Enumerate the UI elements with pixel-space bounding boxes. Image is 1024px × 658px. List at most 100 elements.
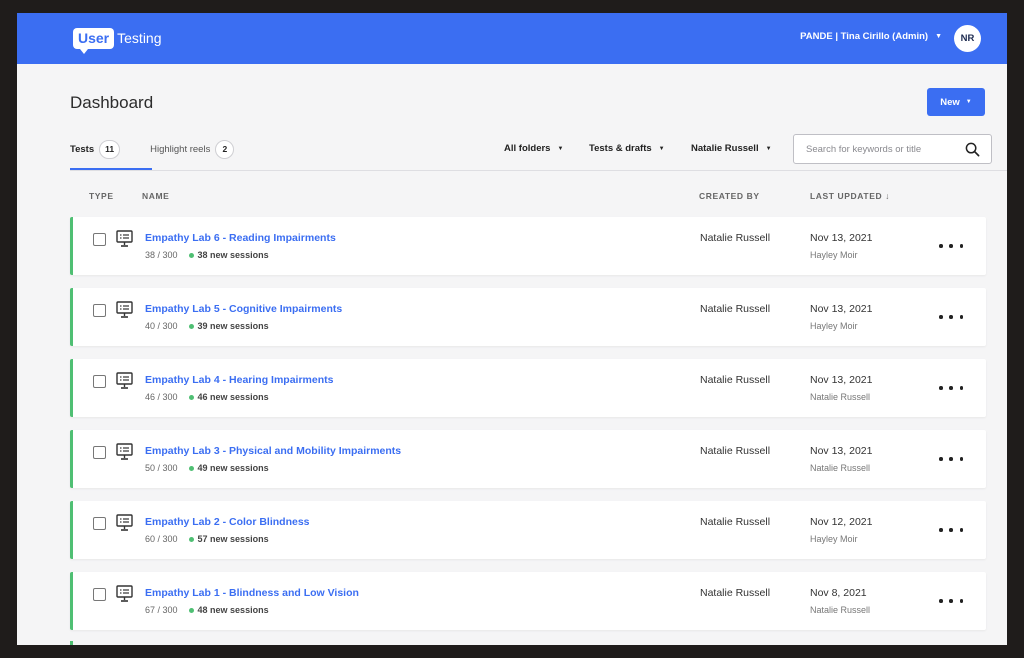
tab-bar: Tests 11 Highlight reels 2 (70, 139, 264, 159)
more-options-icon[interactable] (939, 592, 963, 610)
app-window: User Testing PANDE | Tina Cirillo (Admin… (17, 13, 1007, 645)
monitor-icon (116, 443, 133, 461)
logo-text: Testing (117, 30, 162, 46)
row-checkbox[interactable] (93, 588, 106, 601)
row-checkbox[interactable] (93, 304, 106, 317)
usertesting-logo[interactable]: User Testing (73, 26, 162, 54)
table-row[interactable]: Empathy Lab 4 - Hearing Impairments 46 / … (70, 359, 986, 417)
search-input[interactable] (806, 143, 956, 155)
more-options-icon[interactable] (939, 308, 963, 326)
last-updated-by: Natalie Russell (810, 605, 871, 615)
session-progress: 67 / 300 (145, 605, 178, 615)
table-row[interactable]: Empathy Lab 2 - Color Blindness 60 / 300 5… (70, 501, 986, 559)
chevron-down-icon: ▼ (765, 145, 772, 152)
status-dot (188, 323, 194, 329)
folder-filter-dropdown[interactable]: All folders ▼ (504, 143, 563, 154)
type-filter-label: Tests & drafts (589, 143, 652, 154)
session-meta: 46 / 300 46 new sessions (145, 392, 269, 402)
created-by: Natalie Russell (700, 587, 771, 599)
monitor-icon (116, 301, 133, 319)
session-meta: 67 / 300 48 new sessions (145, 605, 269, 615)
tab-label: Highlight reels (150, 143, 211, 155)
table-row[interactable]: Empathy Lab 1 - Blindness and Low Vision… (70, 572, 986, 630)
session-meta: 40 / 300 39 new sessions (145, 321, 269, 331)
session-progress: 50 / 300 (145, 463, 178, 473)
last-updated-date: Nov 13, 2021 (810, 303, 873, 315)
created-by: Natalie Russell (700, 232, 771, 244)
new-sessions-count: 49 new sessions (197, 463, 269, 473)
more-options-icon[interactable] (939, 450, 963, 468)
status-dot (188, 536, 194, 542)
chevron-down-icon: ▼ (935, 33, 942, 40)
next-row-edge (70, 641, 73, 645)
monitor-icon (116, 514, 133, 532)
last-updated-date: Nov 12, 2021 (810, 516, 873, 528)
row-checkbox[interactable] (93, 517, 106, 530)
chevron-down-icon: ▼ (557, 145, 564, 152)
session-progress: 46 / 300 (145, 392, 178, 402)
more-options-icon[interactable] (939, 521, 963, 539)
page-title: Dashboard (70, 93, 154, 112)
last-updated-date: Nov 8, 2021 (810, 587, 867, 599)
monitor-icon (116, 372, 133, 390)
new-button[interactable]: New ▼ (927, 88, 985, 116)
status-dot (188, 252, 194, 258)
table-row[interactable]: Empathy Lab 5 - Cognitive Impairments 40 … (70, 288, 986, 346)
owner-filter-dropdown[interactable]: Natalie Russell ▼ (691, 143, 772, 154)
last-updated-date: Nov 13, 2021 (810, 232, 873, 244)
new-sessions-count: 39 new sessions (197, 321, 269, 331)
last-updated-date: Nov 13, 2021 (810, 374, 873, 386)
more-options-icon[interactable] (939, 237, 963, 255)
table-row[interactable]: Empathy Lab 3 - Physical and Mobility Im… (70, 430, 986, 488)
chevron-down-icon: ▼ (965, 99, 972, 105)
last-updated-date: Nov 13, 2021 (810, 445, 873, 457)
tab-tests[interactable]: Tests 11 (70, 139, 121, 159)
new-sessions-count: 46 new sessions (197, 392, 269, 402)
row-checkbox[interactable] (93, 233, 106, 246)
session-progress: 38 / 300 (145, 250, 178, 260)
test-name-link[interactable]: Empathy Lab 3 - Physical and Mobility Im… (145, 445, 401, 457)
new-sessions-count: 38 new sessions (197, 250, 269, 260)
chevron-down-icon: ▼ (658, 145, 665, 152)
created-by: Natalie Russell (700, 303, 771, 315)
session-progress: 40 / 300 (145, 321, 178, 331)
tab-highlight-reels[interactable]: Highlight reels 2 (150, 139, 235, 159)
test-name-link[interactable]: Empathy Lab 4 - Hearing Impairments (145, 374, 333, 386)
created-by: Natalie Russell (700, 516, 771, 528)
more-options-icon[interactable] (939, 379, 963, 397)
tab-divider (70, 170, 1007, 171)
monitor-icon (116, 230, 133, 248)
test-name-link[interactable]: Empathy Lab 2 - Color Blindness (145, 516, 310, 528)
test-name-link[interactable]: Empathy Lab 6 - Reading Impairments (145, 232, 336, 244)
type-filter-dropdown[interactable]: Tests & drafts ▼ (589, 143, 665, 154)
last-updated-by: Hayley Moir (810, 321, 858, 331)
column-header-created-by[interactable]: CREATED BY (699, 191, 760, 201)
last-updated-by: Natalie Russell (810, 392, 871, 402)
column-header-type: TYPE (89, 191, 114, 201)
new-sessions-count: 48 new sessions (197, 605, 269, 615)
created-by: Natalie Russell (700, 374, 771, 386)
top-navigation-bar: User Testing PANDE | Tina Cirillo (Admin… (17, 13, 1007, 64)
column-header-last-updated[interactable]: LAST UPDATED ↓ (810, 191, 890, 201)
monitor-icon (116, 585, 133, 603)
column-header-name[interactable]: NAME (142, 191, 169, 201)
last-updated-by: Natalie Russell (810, 463, 871, 473)
logo-box: User (73, 27, 115, 54)
folder-filter-label: All folders (504, 143, 551, 154)
test-name-link[interactable]: Empathy Lab 5 - Cognitive Impairments (145, 303, 342, 315)
account-label: PANDE | Tina Cirillo (Admin) (800, 31, 929, 42)
account-menu[interactable]: PANDE | Tina Cirillo (Admin) ▼ (800, 31, 942, 42)
row-checkbox[interactable] (93, 375, 106, 388)
table-row[interactable]: Empathy Lab 6 - Reading Impairments 38 / … (70, 217, 986, 275)
session-progress: 60 / 300 (145, 534, 178, 544)
search-icon[interactable] (965, 142, 980, 157)
row-checkbox[interactable] (93, 446, 106, 459)
avatar[interactable]: NR (954, 25, 981, 52)
session-meta: 50 / 300 49 new sessions (145, 463, 269, 473)
owner-filter-label: Natalie Russell (691, 143, 759, 154)
session-meta: 60 / 300 57 new sessions (145, 534, 269, 544)
created-by: Natalie Russell (700, 445, 771, 457)
test-name-link[interactable]: Empathy Lab 1 - Blindness and Low Vision (145, 587, 359, 599)
new-sessions-count: 57 new sessions (197, 534, 269, 544)
tab-count-badge: 11 (99, 139, 121, 159)
